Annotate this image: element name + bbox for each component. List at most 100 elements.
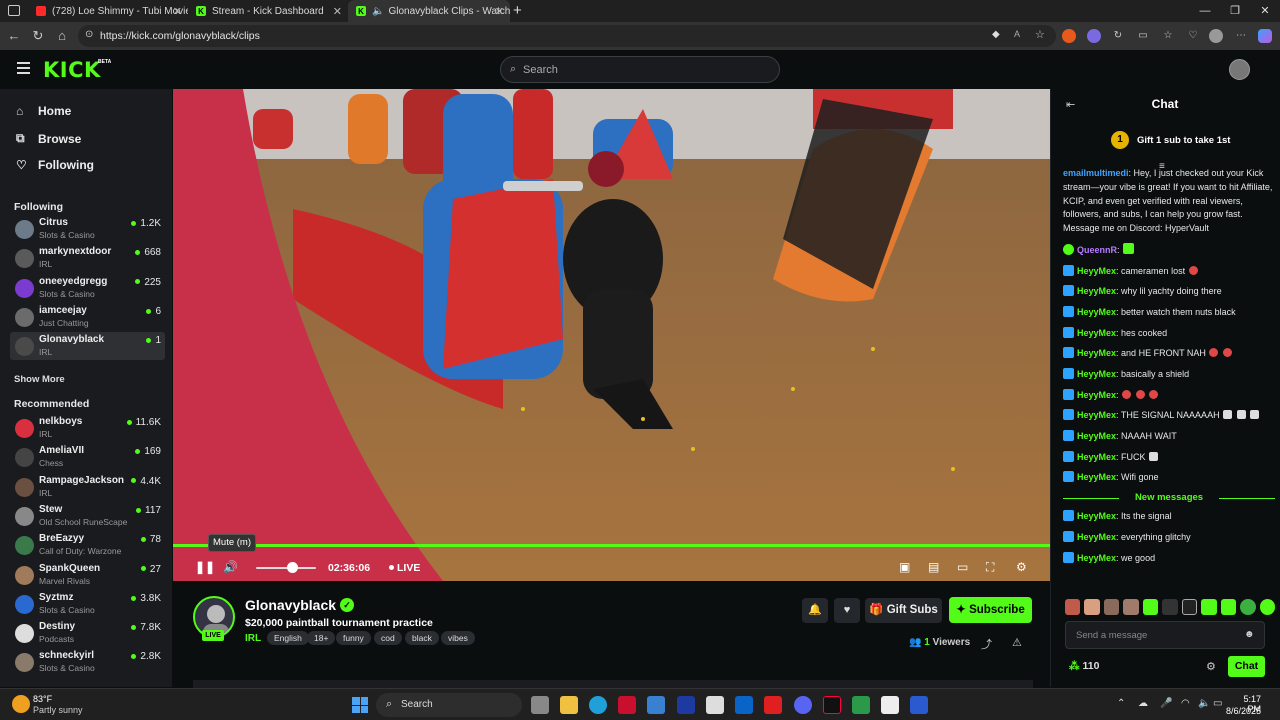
microphone-icon[interactable]: 🎤: [1160, 698, 1172, 709]
chat-username[interactable]: QueennR: [1077, 245, 1117, 255]
sidebar-item-home[interactable]: ⌂ Home: [16, 104, 71, 118]
emote-icon[interactable]: [1103, 599, 1120, 615]
avatar[interactable]: [1229, 59, 1250, 80]
browser-tab-3[interactable]: K 🔈 Glonavyblack Clips - Watch ✕: [348, 0, 510, 22]
back-button[interactable]: ←: [6, 28, 22, 43]
favorites-icon[interactable]: ☆: [1161, 29, 1175, 43]
fullscreen-icon[interactable]: ⛶: [986, 560, 994, 575]
mini-player-icon[interactable]: ▣: [899, 560, 910, 574]
document-icon[interactable]: [706, 696, 724, 714]
subscribe-button[interactable]: ✦ Subscribe: [949, 597, 1032, 623]
tab-actions-icon[interactable]: [8, 5, 20, 16]
chat-username[interactable]: HeyyMex: [1077, 266, 1116, 276]
sidebar-channel-stew[interactable]: Stew Old School RuneScape 117: [10, 502, 165, 530]
kick-logo[interactable]: KICK: [43, 58, 101, 82]
refresh-extension-icon[interactable]: ↻: [1111, 29, 1125, 43]
refresh-button[interactable]: ↻: [30, 28, 46, 44]
follow-heart-icon[interactable]: ♥: [834, 598, 860, 623]
emote-icon[interactable]: [1240, 599, 1256, 615]
category-link[interactable]: IRL: [245, 633, 261, 644]
app-icon[interactable]: [647, 696, 665, 714]
sidebar-channel-breeazyy[interactable]: BreEazyy Call of Duty: Warzone 78: [10, 531, 165, 559]
report-icon[interactable]: ⚠: [1012, 636, 1022, 649]
gift-subs-button[interactable]: 🎁 Gift Subs: [865, 598, 942, 623]
video-player[interactable]: [173, 89, 1050, 581]
show-more-button[interactable]: Show More: [14, 374, 65, 385]
clock-date[interactable]: 8/6/2025: [1223, 706, 1261, 716]
close-window-button[interactable]: ✕: [1250, 0, 1280, 22]
tag-black[interactable]: black: [405, 631, 439, 645]
sidebar-channel-nelkboys[interactable]: nelkboys IRL 11.6K: [10, 414, 165, 442]
sidebar-item-following[interactable]: ♡ Following: [16, 158, 94, 172]
sidebar-channel-schneckyirl[interactable]: schneckyirl Slots & Casino 2.8K: [10, 648, 165, 676]
tiktok-icon[interactable]: [823, 696, 841, 714]
emote-icon[interactable]: [1123, 599, 1139, 615]
tag-vibes[interactable]: vibes: [441, 631, 475, 645]
copilot-icon[interactable]: [1258, 29, 1272, 43]
gift-leaderboard-banner[interactable]: 1 Gift 1 sub to take 1st: [1059, 127, 1271, 155]
share-icon[interactable]: ⤴: [981, 636, 992, 652]
speaker-icon[interactable]: 🔈: [1198, 698, 1210, 709]
sidebar-channel-rampagejackson[interactable]: RampageJackson IRL 4.4K: [10, 473, 165, 501]
chat-username[interactable]: HeyyMex: [1077, 369, 1116, 379]
streamer-name[interactable]: Glonavyblack: [245, 597, 336, 613]
chat-username[interactable]: HeyyMex: [1077, 452, 1116, 462]
minimize-button[interactable]: —: [1190, 0, 1220, 22]
extension-icon[interactable]: [1087, 29, 1101, 43]
tag-icon[interactable]: ◆: [992, 29, 1000, 40]
menu-icon[interactable]: [17, 62, 30, 77]
chat-settings-gear-icon[interactable]: ⚙: [1206, 660, 1216, 673]
emote-icon[interactable]: [1201, 599, 1217, 615]
cloud-icon[interactable]: ☁: [1138, 698, 1148, 709]
show-hidden-icons[interactable]: ⌃: [1117, 698, 1125, 709]
tag-funny[interactable]: funny: [336, 631, 371, 645]
sidebar-channel-oneeyedgregg[interactable]: oneeyedgregg Slots & Casino 225: [10, 274, 165, 302]
settings-gear-icon[interactable]: ⚙: [1016, 560, 1027, 574]
sidebar-item-browse[interactable]: ⧉ Browse: [16, 131, 81, 146]
wifi-icon[interactable]: ◠: [1181, 698, 1190, 709]
sidebar-channel-iamceejay[interactable]: iamceejay Just Chatting 6: [10, 303, 165, 331]
browser-tab-2[interactable]: K Stream - Kick Dashboard ✕: [188, 0, 348, 22]
volume-slider[interactable]: [256, 567, 316, 569]
edge-browser-icon[interactable]: [589, 696, 607, 714]
split-screen-icon[interactable]: ▭: [1136, 29, 1150, 43]
sidebar-channel-spankqueen[interactable]: SpankQueen Marvel Rivals 27: [10, 561, 165, 589]
active-app-icon[interactable]: [910, 696, 928, 714]
chat-username[interactable]: HeyyMex: [1077, 553, 1116, 563]
pause-button[interactable]: ❚❚: [195, 560, 215, 574]
chat-username[interactable]: HeyyMex: [1077, 307, 1116, 317]
file-explorer-icon[interactable]: [560, 696, 578, 714]
search-input[interactable]: ⌕ Search: [500, 56, 780, 83]
chat-username[interactable]: HeyyMex: [1077, 410, 1116, 420]
tag-english[interactable]: English: [267, 631, 309, 645]
more-menu-icon[interactable]: ⋯: [1234, 29, 1248, 43]
new-tab-button[interactable]: +: [513, 2, 522, 19]
emoji-picker-icon[interactable]: ☻: [1244, 629, 1255, 640]
discord-icon[interactable]: [794, 696, 812, 714]
chat-username[interactable]: HeyyMex: [1077, 286, 1116, 296]
emote-icon[interactable]: [1259, 599, 1276, 615]
emote-icon[interactable]: [1181, 599, 1198, 615]
address-bar[interactable]: ⊙ https://kick.com/glonavyblack/clips ◆ …: [78, 25, 1056, 47]
chat-username[interactable]: HeyyMex: [1077, 390, 1116, 400]
site-info-icon[interactable]: ⊙: [85, 29, 93, 40]
app-l-icon[interactable]: [677, 696, 695, 714]
youtube-icon[interactable]: [764, 696, 782, 714]
windows-start-icon[interactable]: [352, 697, 368, 713]
live-label[interactable]: LIVE: [397, 562, 420, 574]
close-tab-icon[interactable]: ✕: [173, 5, 182, 18]
clip-icon[interactable]: ▤: [928, 560, 939, 574]
sidebar-channel-glonavyblack[interactable]: Glonavyblack IRL 1: [10, 332, 165, 361]
weather-icon[interactable]: [12, 695, 30, 713]
volume-slider-thumb[interactable]: [287, 562, 298, 573]
sidebar-channel-markynextdoor[interactable]: markynextdoor IRL 668: [10, 244, 165, 272]
close-tab-icon[interactable]: ✕: [495, 5, 504, 18]
theater-mode-icon[interactable]: ▭: [957, 560, 968, 574]
read-aloud-icon[interactable]: A: [1014, 29, 1020, 39]
volume-icon[interactable]: 🔊: [223, 560, 238, 574]
mcafee-icon[interactable]: [618, 696, 636, 714]
emote-icon[interactable]: [1084, 599, 1100, 615]
document-icon[interactable]: [881, 696, 899, 714]
chat-username[interactable]: HeyyMex: [1077, 348, 1116, 358]
tag-18plus[interactable]: 18+: [307, 631, 336, 645]
